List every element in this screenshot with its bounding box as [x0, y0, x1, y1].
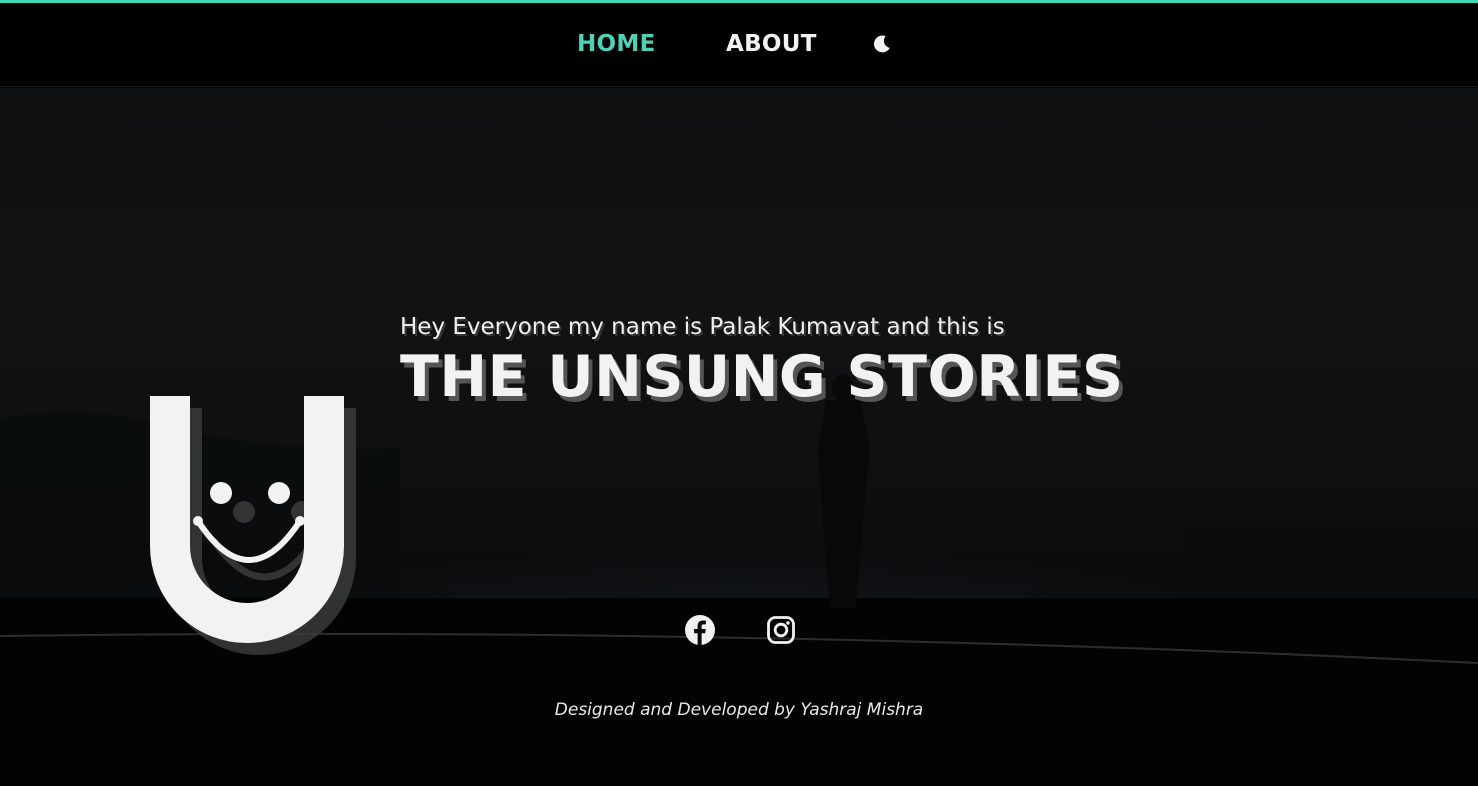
site-title: THE UNSUNG STORIES [400, 344, 1124, 410]
moon-icon[interactable] [871, 33, 893, 55]
nav-home-link[interactable]: HOME [577, 31, 656, 57]
smiling-u-logo [150, 396, 365, 668]
facebook-icon[interactable] [684, 614, 716, 646]
hero-section: Hey Everyone my name is Palak Kumavat an… [0, 88, 1478, 786]
instagram-icon[interactable] [765, 614, 797, 646]
nav-about-link[interactable]: ABOUT [726, 31, 817, 57]
footer-credit: Designed and Developed by Yashraj Mishra [554, 700, 924, 720]
navbar: HOME ABOUT [0, 3, 1478, 87]
intro-text: Hey Everyone my name is Palak Kumavat an… [400, 314, 1005, 340]
page: HOME ABOUT Hey Everyone my name is Palak… [0, 0, 1478, 786]
